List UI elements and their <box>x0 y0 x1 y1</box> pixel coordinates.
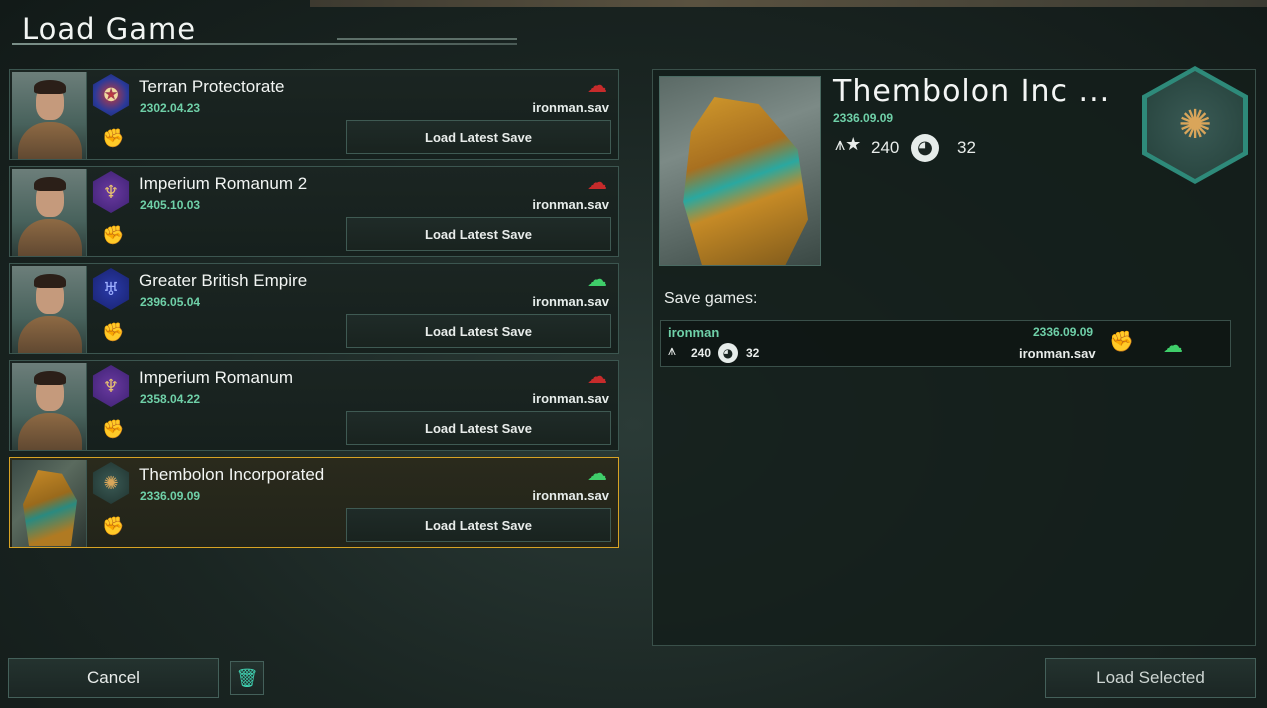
save-row-file: ironman.sav <box>1019 346 1096 361</box>
save-games-label: Save games: <box>664 290 758 307</box>
save-date: 2302.04.23 <box>140 101 201 115</box>
save-entry[interactable]: ♅ ✊ Greater British Empire 2396.05.04 ironma… <box>9 263 619 354</box>
load-latest-save-button[interactable]: Load Latest Save <box>346 120 611 154</box>
leader-portrait <box>12 169 87 256</box>
ironman-gauntlet-icon: ✊ <box>102 225 125 246</box>
cancel-button[interactable]: Cancel <box>8 658 219 698</box>
empire-emblem-icon: ♅ <box>92 268 130 310</box>
emblem-crest-icon: ✺ <box>1147 71 1243 179</box>
save-date: 2358.04.22 <box>140 392 201 406</box>
save-date: 2396.05.04 <box>140 295 201 309</box>
save-empire-name: Thembolon Incorporated <box>139 465 325 484</box>
leader-portrait <box>12 72 87 159</box>
save-filename: ironman.sav <box>532 294 609 309</box>
load-selected-button[interactable]: Load Selected <box>1045 658 1256 698</box>
page-title: Load Game <box>22 12 197 46</box>
save-empire-name: Greater British Empire <box>139 271 308 290</box>
portrait-figure <box>23 470 77 546</box>
portrait-body <box>18 122 82 159</box>
trash-icon: 🗑 <box>235 667 259 689</box>
empire-emblem-icon: ✺ <box>92 462 130 504</box>
leader-portrait <box>12 460 87 547</box>
save-filename: ironman.sav <box>532 488 609 503</box>
load-latest-save-button[interactable]: Load Latest Save <box>346 217 611 251</box>
save-date: 2336.09.09 <box>140 489 201 503</box>
portrait-body <box>18 413 82 450</box>
save-entry[interactable]: ♆ ✊ Imperium Romanum 2 2405.10.03 ironman.sa… <box>9 166 619 257</box>
save-filename: ironman.sav <box>532 197 609 212</box>
rank-value: 240 <box>871 138 900 157</box>
save-entry[interactable]: ✪ ✊ Terran Protectorate 2302.04.23 ironman.s… <box>9 69 619 160</box>
load-latest-save-button[interactable]: Load Latest Save <box>346 508 611 542</box>
ironman-gauntlet-icon: ✊ <box>1109 329 1134 353</box>
rank-icon: ⩚ <box>668 343 676 359</box>
empire-emblem-icon: ✪ <box>92 74 130 116</box>
header: Load Game <box>12 6 517 46</box>
rank-icon: ⩚★ <box>835 134 862 155</box>
title-underline <box>12 38 517 45</box>
portrait-figure <box>683 97 808 265</box>
empire-emblem-icon: ♆ <box>92 365 130 407</box>
ironman-gauntlet-icon: ✊ <box>102 322 125 343</box>
save-entry[interactable]: ✺ ✊ Thembolon Incorporated 2336.09.09 ironma… <box>9 457 619 548</box>
save-row-planets: 32 <box>746 346 760 360</box>
portrait-body <box>18 316 82 353</box>
save-row-rank: 240 <box>691 346 712 360</box>
save-row-name: ironman <box>668 325 720 340</box>
cloud-upload-icon[interactable]: ☁ <box>1163 333 1183 357</box>
load-latest-save-button[interactable]: Load Latest Save <box>346 314 611 348</box>
ironman-gauntlet-icon: ✊ <box>102 516 125 537</box>
detail-panel: Thembolon Inc ... 2336.09.09 ⩚★ 240 ◕ 32… <box>652 66 1256 646</box>
empire-name: Thembolon Inc ... <box>833 74 1111 109</box>
save-filename: ironman.sav <box>532 100 609 115</box>
save-empire-name: Imperium Romanum 2 <box>139 174 308 193</box>
cloud-upload-icon[interactable]: ☁ <box>584 463 610 483</box>
ironman-gauntlet-icon: ✊ <box>102 128 125 149</box>
portrait-body <box>18 219 82 256</box>
leader-portrait <box>12 363 87 450</box>
planet-icon: ◕ <box>718 343 738 363</box>
leader-portrait <box>12 266 87 353</box>
empire-emblem-icon: ♆ <box>92 171 130 213</box>
planet-icon: ◕ <box>911 134 939 162</box>
portrait-hair <box>34 80 66 94</box>
empire-emblem: ✺ <box>1142 66 1248 184</box>
save-date: 2405.10.03 <box>140 198 201 212</box>
load-latest-save-button[interactable]: Load Latest Save <box>346 411 611 445</box>
cloud-upload-icon[interactable]: ☁ <box>584 269 610 289</box>
save-filename: ironman.sav <box>532 391 609 406</box>
planet-count: 32 <box>957 138 976 157</box>
save-row-date: 2336.09.09 <box>1033 325 1094 339</box>
save-empire-name: Imperium Romanum <box>139 368 293 387</box>
save-entry[interactable]: ♆ ✊ Imperium Romanum 2358.04.22 ironman.sav ☁… <box>9 360 619 451</box>
cloud-error-icon[interactable]: ☁ <box>584 75 610 95</box>
empire-date: 2336.09.09 <box>833 111 894 125</box>
cloud-error-icon[interactable]: ☁ <box>584 366 610 386</box>
portrait-hair <box>34 371 66 385</box>
portrait-hair <box>34 177 66 191</box>
empire-portrait <box>659 76 821 266</box>
save-game-row[interactable]: ironman ⩚ 240 ◕ 32 2336.09.09 ironman.sa… <box>660 320 1231 367</box>
portrait-hair <box>34 274 66 288</box>
save-empire-name: Terran Protectorate <box>139 77 285 96</box>
ironman-gauntlet-icon: ✊ <box>102 419 125 440</box>
delete-save-button[interactable]: 🗑 <box>230 661 264 695</box>
cloud-error-icon[interactable]: ☁ <box>584 172 610 192</box>
